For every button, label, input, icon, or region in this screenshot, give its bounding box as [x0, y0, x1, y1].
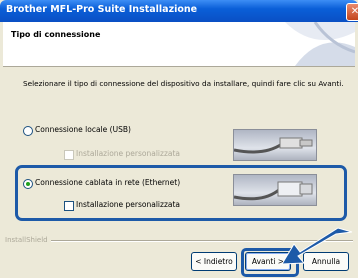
- pointer-arrow-icon: [281, 227, 353, 265]
- installer-window: Brother MFL-Pro Suite Installazione ✕ Ti…: [0, 0, 358, 278]
